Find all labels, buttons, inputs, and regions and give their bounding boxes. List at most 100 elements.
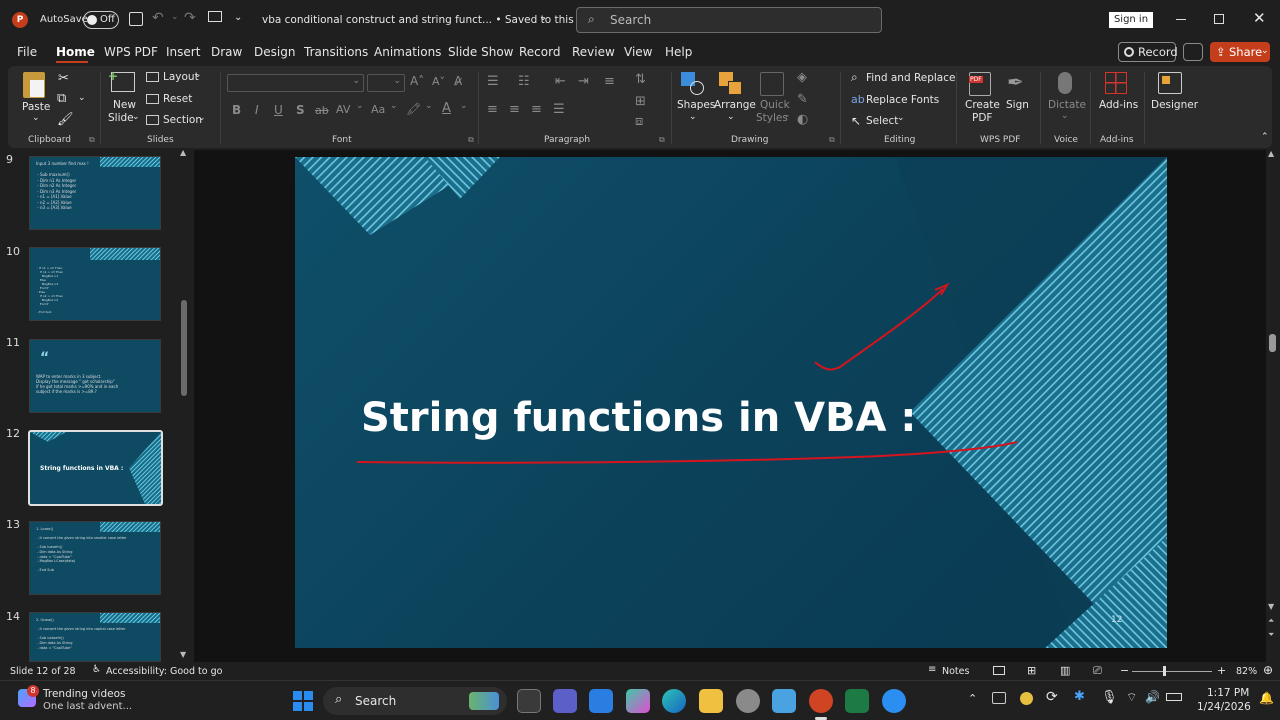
line-spacing-icon[interactable]: ≡: [604, 74, 615, 89]
slide-thumbnail-14[interactable]: 2. Ucase() - it convert the given string…: [29, 612, 161, 662]
align-text-icon[interactable]: ⊞: [635, 94, 646, 109]
underline-button[interactable]: U: [274, 103, 283, 117]
reading-view-icon[interactable]: ▥: [1060, 664, 1070, 677]
tab-draw[interactable]: Draw: [211, 45, 242, 59]
find-replace-button[interactable]: Find and Replace: [866, 72, 955, 84]
shapes-dropdown-icon[interactable]: ⌄: [689, 112, 697, 122]
redo-icon[interactable]: ↷: [184, 10, 196, 26]
notification-bell-icon[interactable]: 🔔: [1259, 691, 1274, 705]
shapes-button[interactable]: Shapes: [677, 99, 715, 111]
italic-button[interactable]: I: [255, 103, 259, 117]
shape-fill-icon[interactable]: ◈: [797, 70, 807, 85]
sign-in-button[interactable]: Sign in: [1109, 12, 1153, 28]
select-dropdown-icon[interactable]: ⌄: [897, 113, 905, 123]
tab-record[interactable]: Record: [519, 45, 560, 59]
thumb-scrollbar-thumb[interactable]: [181, 300, 187, 396]
excel-icon[interactable]: [845, 689, 869, 713]
teams-icon[interactable]: [553, 689, 577, 713]
bullets-icon[interactable]: ☰: [487, 74, 499, 89]
canvas-scroll-down-icon[interactable]: ▼: [1268, 602, 1274, 611]
format-painter-icon[interactable]: 🖌: [57, 112, 74, 127]
snipping-tool-icon[interactable]: [882, 689, 906, 713]
tab-animations[interactable]: Animations: [374, 45, 441, 59]
highlight-icon[interactable]: 🖍: [406, 102, 421, 116]
doc-title-chevron-icon[interactable]: ⌄: [539, 12, 547, 23]
dictate-dropdown-icon[interactable]: ⌄: [1061, 111, 1069, 121]
font-color-icon[interactable]: A: [442, 101, 451, 116]
sign-button[interactable]: Sign: [1006, 99, 1029, 111]
strikethrough-button[interactable]: ab: [315, 104, 329, 117]
minimize-icon[interactable]: [1176, 19, 1186, 20]
canvas-scrollbar-thumb[interactable]: [1269, 334, 1276, 352]
create-pdf-button[interactable]: Create: [965, 99, 1000, 111]
zoom-in-icon[interactable]: +: [1217, 664, 1226, 677]
paste-dropdown-icon[interactable]: ⌄: [32, 113, 40, 123]
slide-thumbnail-13[interactable]: 1. Lcase() - it convert the given string…: [29, 521, 161, 595]
current-slide[interactable]: String functions in VBA : 12: [295, 157, 1167, 648]
justify-icon[interactable]: ☰: [553, 102, 565, 117]
customize-qat-icon[interactable]: ⌄: [234, 12, 242, 23]
present-icon[interactable]: [208, 11, 222, 22]
arrange-icon[interactable]: [719, 72, 743, 96]
shrink-font-icon[interactable]: A˅: [432, 75, 445, 88]
new-slide-button[interactable]: New: [113, 99, 136, 111]
tray-icon-1[interactable]: [992, 692, 1006, 704]
fit-slide-icon[interactable]: ⊕: [1263, 663, 1273, 677]
font-color-dropdown-icon[interactable]: ⌄: [460, 101, 468, 111]
slide-thumbnail-10[interactable]: - If n1 > n2 Then If n1 > n3 Then MsgBox…: [29, 247, 161, 321]
share-button[interactable]: ⇪ Share ⌄: [1210, 42, 1270, 62]
comments-icon[interactable]: [1183, 43, 1203, 61]
shape-outline-icon[interactable]: ✎: [797, 92, 808, 107]
taskbar-search-box[interactable]: ⌕ Search: [323, 687, 507, 715]
zoom-slider[interactable]: [1132, 671, 1212, 672]
tab-wps-pdf[interactable]: WPS PDF: [104, 45, 158, 59]
copilot-icon[interactable]: [626, 689, 650, 713]
designer-button[interactable]: Designer: [1151, 99, 1198, 111]
replace-fonts-button[interactable]: Replace Fonts: [866, 94, 939, 106]
copy-icon[interactable]: ⧉: [57, 91, 66, 106]
canvas-scroll-up-icon[interactable]: ▲: [1268, 149, 1274, 158]
layout-dropdown-icon[interactable]: ⌄: [194, 70, 202, 80]
highlight-dropdown-icon[interactable]: ⌄: [425, 101, 433, 111]
font-size-box[interactable]: ⌄: [367, 74, 405, 92]
paste-icon[interactable]: [23, 72, 45, 98]
next-slide-icon[interactable]: ⏷: [1268, 630, 1274, 640]
widgets-title[interactable]: Trending videos: [43, 688, 125, 700]
slide-thumbnail-9[interactable]: Input 3 number find max ! - Sub maxnum()…: [29, 156, 161, 230]
notes-button[interactable]: Notes: [942, 666, 969, 677]
powerpoint-taskbar-icon[interactable]: [809, 689, 833, 713]
search-box[interactable]: ⌕ Search: [576, 7, 882, 33]
edge-icon[interactable]: [662, 689, 686, 713]
autosave-toggle[interactable]: Off: [83, 11, 119, 29]
thumb-scroll-down-icon[interactable]: ▼: [180, 650, 186, 659]
shape-effects-icon[interactable]: ◐: [797, 112, 808, 127]
change-case-button[interactable]: Aa: [371, 103, 385, 116]
bluetooth-icon[interactable]: ✱: [1074, 689, 1085, 704]
file-explorer-icon[interactable]: [699, 689, 723, 713]
tab-insert[interactable]: Insert: [166, 45, 200, 59]
sign-pen-icon[interactable]: ✒: [1007, 70, 1024, 94]
bold-button[interactable]: B: [232, 103, 241, 117]
tab-design[interactable]: Design: [254, 45, 295, 59]
zoom-level[interactable]: 82%: [1236, 666, 1257, 677]
add-ins-icon[interactable]: [1105, 72, 1127, 94]
paragraph-launcher-icon[interactable]: ⧉: [659, 135, 665, 145]
grow-font-icon[interactable]: A˄: [410, 74, 424, 88]
numbering-icon[interactable]: ☷: [518, 74, 530, 89]
slide-title[interactable]: String functions in VBA :: [361, 395, 916, 441]
copy-dropdown-icon[interactable]: ⌄: [78, 93, 86, 103]
align-left-icon[interactable]: ≡: [487, 102, 498, 117]
battery-icon[interactable]: [1166, 693, 1182, 701]
decrease-indent-icon[interactable]: ⇤: [555, 74, 566, 89]
slide-sorter-icon[interactable]: ⊞: [1027, 664, 1036, 677]
clear-format-icon[interactable]: A̷: [454, 74, 462, 88]
tab-file[interactable]: File: [17, 45, 37, 59]
align-right-icon[interactable]: ≡: [531, 102, 542, 117]
notepad-icon[interactable]: [772, 689, 796, 713]
close-icon[interactable]: ✕: [1253, 9, 1266, 27]
normal-view-icon[interactable]: [993, 666, 1005, 675]
accessibility-icon[interactable]: ♿: [92, 664, 101, 675]
microphone-tray-icon[interactable]: 🎙: [1101, 690, 1118, 705]
create-pdf-icon[interactable]: PDF: [969, 72, 991, 96]
volume-icon[interactable]: 🔊: [1145, 690, 1160, 704]
